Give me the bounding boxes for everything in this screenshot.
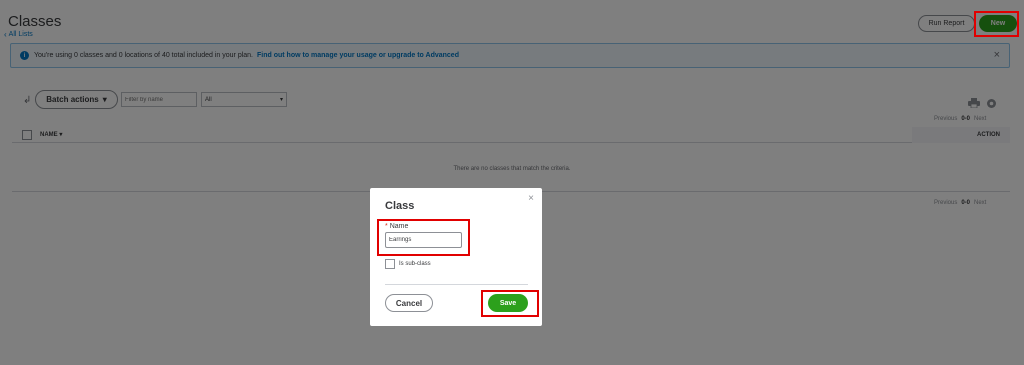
highlight-save-button [481, 290, 539, 317]
subclass-checkbox[interactable] [385, 259, 395, 269]
close-icon[interactable]: × [528, 193, 534, 204]
dialog-title: Class [385, 200, 415, 212]
dialog-divider [385, 284, 528, 285]
highlight-new-button [974, 11, 1019, 37]
cancel-button[interactable]: Cancel [385, 294, 433, 312]
subclass-option[interactable]: Is sub-class [385, 259, 431, 269]
subclass-label: Is sub-class [399, 261, 431, 267]
highlight-name-field [377, 219, 470, 256]
